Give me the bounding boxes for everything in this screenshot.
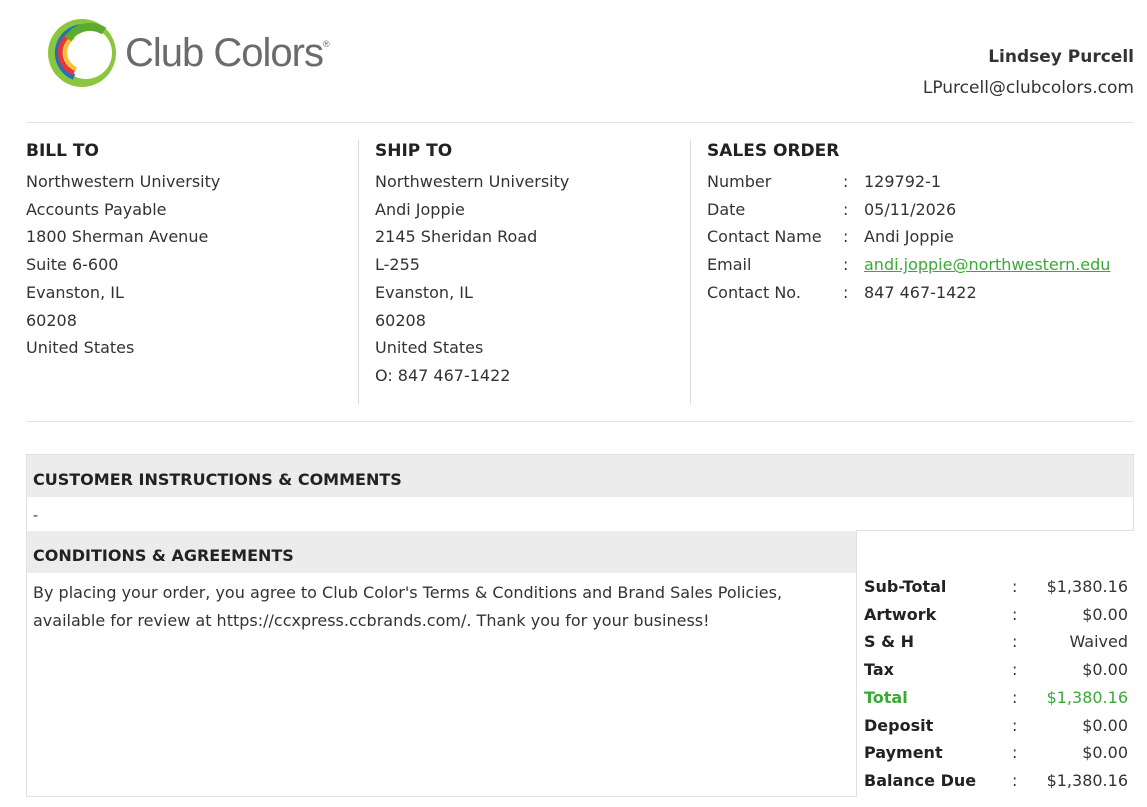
sales-order-label: Date	[707, 199, 746, 219]
colon: :	[1012, 743, 1018, 763]
sales-order-label: Email	[707, 255, 752, 275]
colon: :	[843, 255, 849, 275]
colon: :	[1012, 687, 1018, 707]
contact-email-link[interactable]: andi.joppie@northwestern.edu	[864, 255, 1110, 274]
totals-label: Payment	[864, 743, 943, 763]
totals-label: Sub-Total	[864, 577, 947, 596]
ship-to-line: United States	[375, 338, 484, 358]
totals-row: Artwork: $0.00	[864, 601, 1128, 629]
bill-to-line: United States	[26, 338, 135, 358]
colon: :	[843, 199, 849, 219]
totals-value: $0.00	[1082, 715, 1128, 735]
section-divider	[26, 421, 1134, 422]
sales-order-label: Number	[707, 172, 772, 191]
ship-to-line: L-255	[375, 255, 420, 275]
colon: :	[1012, 660, 1018, 680]
totals-label: Deposit	[864, 715, 934, 735]
ship-to-line: 2145 Sheridan Road	[375, 227, 538, 247]
bill-to-line: 60208	[26, 310, 77, 330]
totals-value: $0.00	[1082, 604, 1128, 624]
instructions-heading: CUSTOMER INSTRUCTIONS & COMMENTS	[33, 470, 402, 489]
totals-box: Sub-Total: $1,380.16 Artwork: $0.00 S & H: Wa…	[856, 530, 1134, 797]
ship-to-section: SHIP TO Northwestern University Andi Jopp…	[375, 140, 569, 390]
column-divider	[358, 140, 359, 404]
totals-value: $0.00	[1082, 743, 1128, 763]
column-divider	[690, 140, 691, 404]
totals-value: $1,380.16	[1046, 687, 1128, 707]
conditions-header: CONDITIONS & AGREEMENTS	[27, 531, 857, 573]
totals-value: Waived	[1069, 632, 1128, 652]
totals-label: Tax	[864, 660, 894, 680]
rep-name: Lindsey Purcell	[988, 47, 1134, 67]
colon: :	[1012, 577, 1018, 596]
sales-order-value: 05/11/2026	[864, 199, 957, 219]
ship-to-line: Andi Joppie	[375, 199, 465, 219]
bill-to-line: Suite 6-600	[26, 255, 119, 275]
totals-label: Total	[864, 687, 908, 707]
totals-label: Artwork	[864, 604, 937, 624]
sales-order-row: Number:129792-1	[707, 168, 1110, 196]
totals-value: $1,380.16	[1046, 770, 1128, 790]
instructions-header: CUSTOMER INSTRUCTIONS & COMMENTS	[27, 455, 1133, 497]
bill-to-line: Evanston, IL	[26, 282, 124, 302]
sales-order-row: Contact No.:847 467-1422	[707, 279, 1110, 307]
sales-order-value: andi.joppie@northwestern.edu	[864, 251, 1110, 279]
totals-label: S & H	[864, 632, 915, 652]
colon: :	[843, 172, 849, 191]
logo-wordmark: Club Colors®	[125, 31, 330, 75]
sales-order-row: Contact Name: Andi Joppie	[707, 223, 1110, 251]
colon: :	[1012, 604, 1018, 624]
header-divider	[26, 122, 1134, 123]
totals-label: Balance Due	[864, 770, 977, 790]
sales-rep: Lindsey Purcell LPurcell@clubcolors.com	[923, 46, 1134, 99]
bill-to-line: 1800 Sherman Avenue	[26, 227, 209, 247]
bill-to-heading: BILL TO	[26, 141, 99, 161]
colon: :	[1012, 770, 1018, 790]
totals-row: Payment: $0.00	[864, 739, 1128, 767]
ship-to-line: Evanston, IL	[375, 282, 473, 302]
rep-email: LPurcell@clubcolors.com	[922, 78, 1134, 98]
colon: :	[1012, 632, 1018, 652]
colon: :	[843, 227, 849, 247]
totals-row: Total: $1,380.16	[864, 684, 1128, 712]
sales-order-value: 847 467-1422	[864, 282, 977, 302]
conditions-heading: CONDITIONS & AGREEMENTS	[33, 546, 294, 565]
sales-order-section: SALES ORDER Number:129792-1 Date:05/11/20…	[707, 140, 1110, 307]
instructions-text: -	[33, 508, 39, 524]
colon: :	[843, 282, 849, 302]
totals-row: Deposit: $0.00	[864, 712, 1128, 740]
bill-to-section: BILL TO Northwestern University Accounts …	[26, 140, 220, 362]
ship-to-line: Northwestern University	[375, 172, 570, 191]
totals-value: $0.00	[1082, 660, 1128, 680]
sales-order-label: Contact Name	[707, 227, 822, 247]
sales-order-value: Andi Joppie	[864, 227, 954, 247]
colon: :	[1012, 715, 1018, 735]
totals-row: Tax: $0.00	[864, 656, 1128, 684]
totals-row: Sub-Total: $1,380.16	[864, 573, 1128, 601]
sales-order-label: Contact No.	[707, 282, 801, 302]
conditions-text: By placing your order, you agree to Club…	[33, 583, 783, 630]
logo-swirl-icon	[48, 19, 116, 87]
bill-to-line: Accounts Payable	[26, 199, 167, 219]
club-colors-logo: Club Colors®	[44, 13, 330, 93]
sales-order-value: 129792-1	[864, 172, 942, 191]
sales-order-heading: SALES ORDER	[707, 141, 840, 161]
totals-row: Balance Due: $1,380.16	[864, 767, 1128, 795]
ship-to-line: 60208	[375, 310, 426, 330]
totals-value: $1,380.16	[1046, 577, 1128, 596]
order-notes-panel: CUSTOMER INSTRUCTIONS & COMMENTS - CONDI…	[26, 454, 1134, 797]
totals-row: S & H: Waived	[864, 628, 1128, 656]
sales-order-row: Date:05/11/2026	[707, 196, 1110, 224]
ship-to-line: O: 847 467-1422	[375, 365, 511, 385]
bill-to-line: Northwestern University	[26, 172, 221, 191]
ship-to-heading: SHIP TO	[375, 141, 453, 161]
sales-order-row: Email: andi.joppie@northwestern.edu	[707, 251, 1110, 279]
